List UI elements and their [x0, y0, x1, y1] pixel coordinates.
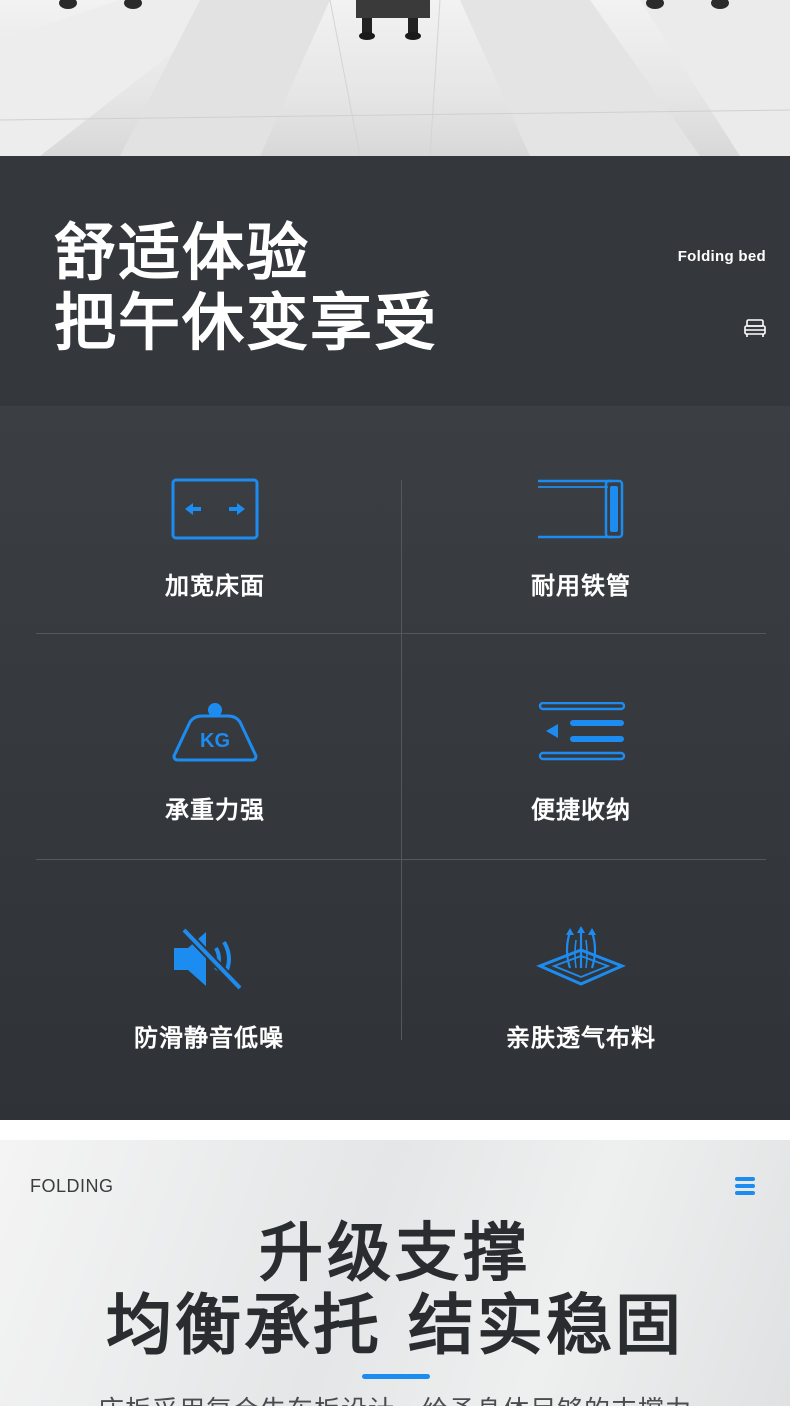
feature-label: 亲肤透气布料: [506, 1024, 656, 1052]
feature-breathable-fabric: 亲肤透气布料: [398, 926, 764, 1106]
section-title-line1: 升级支撑: [259, 1217, 531, 1291]
feature-label: 加宽床面: [165, 572, 265, 600]
feature-label: 防滑静音低噪: [134, 1024, 284, 1052]
floor-scene-illustration: [0, 0, 790, 156]
section-tag: FOLDING: [30, 1176, 114, 1196]
feature-grid: 加宽床面 耐用铁管 KG 承重力强 便捷收纳 防滑静音低噪 亲肤透气布料: [0, 406, 790, 1120]
hero-band: 舒适体验 把午休变享受 Folding bed: [0, 156, 790, 406]
widen-arrows-icon: [171, 478, 259, 540]
weight-kg-icon: KG: [172, 703, 258, 762]
feature-label: 耐用铁管: [531, 572, 631, 600]
storage-menu-icon: [538, 702, 626, 761]
mute-speaker-icon: [174, 927, 243, 991]
kg-text: KG: [200, 730, 230, 752]
menu-icon[interactable]: [734, 1176, 756, 1196]
section-description: 床板采用复合牛车板设计，给予身体足够的支撑力: [0, 1390, 790, 1406]
feature-load-bearing: KG 承重力强: [32, 702, 398, 882]
hero-tag: Folding bed: [677, 248, 766, 265]
feature-label: 承重力强: [165, 796, 265, 824]
bed-icon: [744, 319, 766, 337]
section-title-line2: 均衡承托 结实稳固: [106, 1287, 684, 1364]
hero-title-line2: 把午休变享受: [54, 286, 439, 359]
feature-easy-storage: 便捷收纳: [398, 702, 764, 882]
title-underline: [362, 1374, 430, 1379]
breathable-fabric-icon: [536, 926, 626, 986]
feature-label: 便捷收纳: [531, 796, 631, 824]
hero-title: 舒适体验 把午休变享受: [54, 218, 438, 358]
feature-anti-slip-silent: 防滑静音低噪: [26, 926, 392, 1106]
feature-iron-tube: 耐用铁管: [398, 478, 764, 658]
feature-widen-surface: 加宽床面: [32, 478, 398, 658]
iron-tube-icon: [538, 479, 624, 539]
hero-title-line1: 舒适体验: [54, 216, 311, 289]
product-photo: [0, 0, 790, 156]
section-gap: [0, 1120, 790, 1140]
support-section: FOLDING 升级支撑 均衡承托 结实稳固 床板采用复合牛车板设计，给予身体足…: [0, 1140, 790, 1406]
